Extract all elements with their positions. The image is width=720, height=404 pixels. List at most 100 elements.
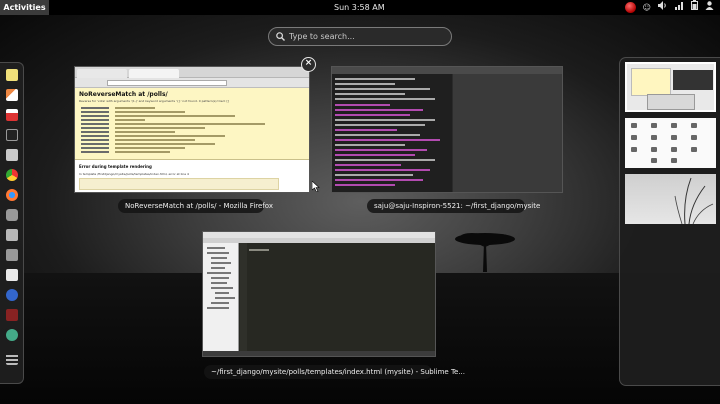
calendar-icon[interactable] [6, 109, 18, 121]
show-applications-icon[interactable] [6, 353, 18, 365]
grid-item [651, 147, 657, 152]
battery-icon[interactable] [691, 0, 698, 15]
sidebar-file[interactable] [207, 247, 225, 249]
browser-tab[interactable] [77, 69, 127, 78]
terminal-line [335, 139, 440, 141]
files-icon[interactable] [6, 149, 18, 161]
dash [0, 62, 24, 384]
grid-item [651, 135, 657, 140]
meta-value [115, 135, 225, 137]
user-menu-icon[interactable] [705, 0, 714, 15]
meta-value [115, 115, 235, 117]
mouse-cursor-icon [312, 181, 320, 192]
chrome-icon[interactable] [6, 169, 18, 181]
workspace-switcher [619, 57, 720, 386]
sublime-caption[interactable]: ~/first_django/mysite/polls/templates/in… [204, 365, 465, 379]
terminal-line [335, 164, 401, 166]
terminal-titlebar [332, 67, 562, 74]
network-icon[interactable] [6, 289, 18, 301]
sidebar-file[interactable] [211, 277, 229, 279]
notes-icon[interactable] [6, 69, 18, 81]
firefox-icon[interactable] [6, 189, 18, 201]
meta-value [115, 127, 205, 129]
workspace-2[interactable] [625, 118, 716, 168]
terminal-line [335, 174, 413, 176]
meta-value [115, 119, 145, 121]
meta-value [115, 143, 215, 145]
sidebar-file[interactable] [211, 267, 225, 269]
grid-item [671, 135, 677, 140]
grass-wallpaper [674, 177, 714, 224]
sidebar-file[interactable] [211, 302, 229, 304]
meta-key [81, 151, 109, 153]
sidebar-file[interactable] [211, 282, 227, 284]
sidebar-file[interactable] [211, 287, 233, 289]
workspace-3[interactable] [625, 174, 716, 224]
python-icon[interactable] [6, 329, 18, 341]
terminal-icon[interactable] [6, 129, 18, 141]
document-icon[interactable] [6, 269, 18, 281]
grid-item [671, 123, 677, 128]
sidebar-file[interactable] [211, 262, 231, 264]
puzzle-icon[interactable] [6, 249, 18, 261]
terminal-line [335, 104, 390, 106]
sidebar-file[interactable] [211, 257, 227, 259]
settings-icon[interactable] [6, 209, 18, 221]
terminal-line [335, 179, 423, 181]
meta-value [115, 131, 175, 133]
archive-icon[interactable] [6, 229, 18, 241]
workspace-window-thumb [631, 68, 671, 96]
grid-item [631, 135, 637, 140]
grid-item [651, 158, 657, 163]
terminal-window[interactable] [331, 66, 563, 193]
accessibility-icon[interactable]: ☺ [643, 0, 651, 15]
app-icon[interactable] [6, 309, 18, 321]
editor-icon[interactable] [6, 89, 18, 101]
sidebar-file[interactable] [215, 297, 235, 299]
terminal-caption[interactable]: saju@saju-Inspiron-5521: ~/first_django/… [367, 199, 540, 213]
activities-button[interactable]: Activities [0, 0, 49, 15]
workspace-1[interactable] [625, 62, 716, 112]
meta-key [81, 123, 109, 125]
meta-value [115, 107, 155, 109]
terminal-line [335, 98, 435, 100]
meta-value [115, 151, 170, 153]
grid-item [631, 123, 637, 128]
network-icon[interactable] [675, 0, 684, 15]
sublime-sidebar [203, 243, 239, 356]
terminal-line [335, 134, 420, 136]
meta-key [81, 127, 109, 129]
volume-icon[interactable] [658, 0, 668, 15]
code-editor[interactable] [240, 243, 435, 356]
page-title: NoReverseMatch at /polls/ [79, 91, 168, 98]
browser-tab-bar [75, 67, 309, 78]
sidebar-file[interactable] [207, 252, 229, 254]
sidebar-file[interactable] [207, 307, 229, 309]
search-input[interactable] [289, 29, 444, 44]
grid-item [651, 123, 657, 128]
grid-item [671, 147, 677, 152]
meta-key [81, 107, 109, 109]
firefox-window[interactable]: NoReverseMatch at /polls/ Reverse for 'v… [74, 66, 310, 193]
terminal-line [335, 169, 430, 171]
firefox-caption[interactable]: NoReverseMatch at /polls/ - Mozilla Fire… [118, 199, 273, 213]
terminal-line [335, 124, 425, 126]
browser-tab[interactable] [129, 69, 179, 78]
url-field[interactable] [107, 80, 227, 86]
terminal-line [335, 88, 430, 90]
sidebar-file[interactable] [207, 272, 231, 274]
terminal-line [335, 93, 405, 95]
section-text: In template /firstdjango/mysite/polls/te… [79, 172, 189, 176]
redhat-icon[interactable] [624, 2, 636, 13]
terminal-line [335, 159, 435, 161]
sidebar-file[interactable] [215, 292, 229, 294]
clock[interactable]: Sun 3:58 AM [334, 0, 385, 15]
terminal-line [335, 114, 410, 116]
meta-key [81, 147, 109, 149]
sublime-window[interactable] [202, 231, 436, 357]
error-page: NoReverseMatch at /polls/ Reverse for 'v… [75, 88, 309, 192]
close-window-button[interactable]: × [301, 57, 316, 72]
search-box[interactable] [268, 27, 452, 46]
terminal-line [335, 149, 427, 151]
meta-key [81, 139, 109, 141]
